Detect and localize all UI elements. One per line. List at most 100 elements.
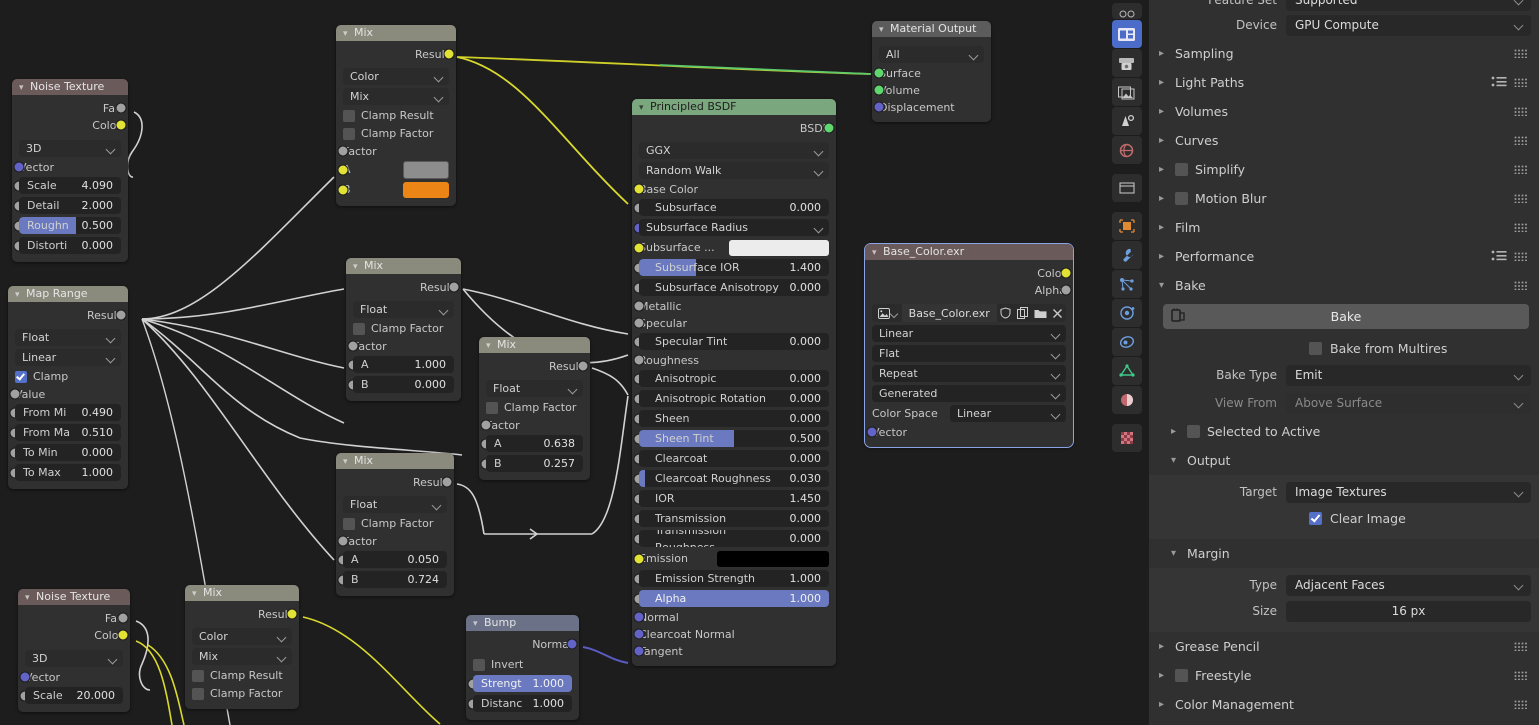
field-b[interactable]: B 0.000 [347,375,454,394]
socket-normal[interactable] [633,611,645,623]
freestyle-checkbox[interactable] [1175,669,1188,682]
collapse-caret-icon[interactable]: ▾ [343,454,354,470]
node-header[interactable]: ▾ Map Range [8,286,128,302]
socket-surface[interactable] [873,67,885,79]
socket-result[interactable] [441,476,453,488]
dropdown-data-type[interactable]: Color [192,627,292,646]
chevron-down-icon[interactable]: ▾ [1171,548,1187,559]
chevron-right-icon[interactable]: ▸ [1159,641,1175,652]
dropdown-data-type[interactable]: Float [486,379,583,398]
particles-tab[interactable] [1111,270,1142,298]
dropdown-source[interactable]: Generated [872,384,1066,403]
dropdown-subsurface-radius[interactable]: Subsurface Radius [633,218,829,237]
dropdown-dimension[interactable]: 3D [25,649,123,668]
row-color-space[interactable]: Color Space Linear [872,404,1066,423]
dropdown-projection[interactable]: Flat [872,344,1066,363]
field-transmission[interactable]: Transmission 0.000 [633,509,829,528]
dropdown-subsurface-method[interactable]: Random Walk [639,161,829,180]
checkbox-box[interactable] [473,658,485,671]
field-a[interactable]: A 0.050 [337,550,447,569]
checkbox-clamp-factor[interactable]: Clamp Factor [343,125,449,142]
checkbox-box[interactable] [192,669,204,682]
row-target[interactable]: Target Image Textures [1149,479,1539,505]
image-name-field[interactable]: Base_Color.exr [901,304,997,322]
section-selected-to-active[interactable]: ▸ Selected to Active [1149,417,1539,446]
grip-dots-icon[interactable] [1514,133,1529,148]
socket-factor[interactable] [337,535,349,547]
output-tab[interactable] [1111,49,1142,77]
dropdown-dimension[interactable]: 3D [19,139,121,158]
field-distortion[interactable]: Distorti 0.000 [13,236,121,255]
checkbox-box[interactable] [343,109,355,122]
swatch-b[interactable]: B [337,180,449,199]
field-subsurface[interactable]: Subsurface 0.000 [633,198,829,217]
device-dropdown[interactable]: GPU Compute [1286,14,1531,36]
chevron-right-icon[interactable]: ▸ [1159,193,1175,204]
socket-color[interactable] [115,119,127,131]
grip-dots-icon[interactable] [1514,104,1529,119]
field-distance[interactable]: Distanc 1.000 [467,694,572,713]
chevron-right-icon[interactable]: ▸ [1159,77,1175,88]
socket-normal[interactable] [566,638,578,650]
chevron-right-icon[interactable]: ▸ [1159,222,1175,233]
field-to-max[interactable]: To Max 1.000 [9,463,121,482]
checkbox-clamp-factor[interactable]: Clamp Factor [343,515,447,532]
node-header[interactable]: ▾ Base_Color.exr [865,244,1073,260]
checkbox-box[interactable] [343,517,355,530]
socket-factor[interactable] [480,419,492,431]
field-b[interactable]: B 0.724 [337,570,447,589]
socket-clearcoat-normal[interactable] [633,628,645,640]
row-clear-image[interactable]: Clear Image [1149,505,1539,531]
field-roughness[interactable]: Roughn 0.500 [13,216,121,235]
collapse-caret-icon[interactable]: ▾ [192,586,203,602]
row-bake-from-multires[interactable]: Bake from Multires [1149,335,1539,361]
dropdown-data-type[interactable]: Float [343,495,447,514]
swatch-emission[interactable]: Emission [633,549,829,568]
grip-dots-icon[interactable] [1514,162,1529,177]
field-a[interactable]: A 0.638 [480,434,583,453]
view-layer-tab[interactable] [1111,78,1142,106]
world-tab[interactable] [1111,136,1142,164]
section-motion-blur[interactable]: ▸ Motion Blur [1149,184,1539,213]
feature-set-dropdown[interactable]: Supported [1286,0,1531,11]
collapse-caret-icon[interactable]: ▾ [25,590,36,606]
socket-emission[interactable] [633,553,645,564]
texture-tab[interactable] [1111,424,1142,452]
socket-result[interactable] [443,48,455,60]
field-sheen[interactable]: Sheen 0.000 [633,409,829,428]
dropdown-interpolation[interactable]: Linear [15,348,121,367]
socket-factor[interactable] [347,340,359,352]
node-noise-texture-1[interactable]: ▾ Noise Texture Fac Color 3D Vector Scale… [12,79,128,262]
grip-dots-icon[interactable] [1514,668,1529,683]
color-swatch-b[interactable] [403,181,449,198]
field-scale[interactable]: Scale 20.000 [19,686,123,705]
node-header[interactable]: ▾ Mix [346,258,461,274]
node-mix-color-bottom[interactable]: ▾ Mix Result Color Mix Clamp Result Clamp… [185,585,299,709]
node-header[interactable]: ▾ Mix [336,25,456,41]
section-light-paths[interactable]: ▸ Light Paths [1149,68,1539,97]
checkbox-box[interactable] [192,687,204,700]
socket-subsurface-color[interactable] [633,242,645,253]
grip-dots-icon[interactable] [1514,46,1529,61]
node-header[interactable]: ▾ Bump [466,615,579,631]
field-emission-strength[interactable]: Emission Strength 1.000 [633,569,829,588]
field-strength[interactable]: Strengt 1.000 [467,674,572,693]
socket-vector[interactable] [19,671,31,683]
data-tab[interactable] [1111,357,1142,385]
socket-alpha[interactable] [1060,284,1072,296]
section-freestyle[interactable]: ▸ Freestyle [1149,661,1539,690]
row-feature-set[interactable]: Feature Set Supported [1149,0,1539,11]
modifier-tab[interactable] [1111,241,1142,269]
field-clearcoat-roughness[interactable]: Clearcoat Roughness 0.030 [633,469,829,488]
field-b[interactable]: B 0.257 [480,454,583,473]
color-swatch-a[interactable] [403,160,449,179]
render-tab[interactable] [1111,20,1142,48]
field-subsurface-anisotropy[interactable]: Subsurface Anisotropy 0.000 [633,278,829,297]
checkbox-clamp-result[interactable]: Clamp Result [343,107,449,124]
socket-result[interactable] [577,360,589,372]
socket-color[interactable] [1060,267,1072,279]
checkbox-clamp-factor[interactable]: Clamp Factor [192,685,292,702]
grip-dots-icon[interactable] [1514,191,1529,206]
selected-to-active-checkbox[interactable] [1187,425,1200,438]
bake-from-multires-checkbox[interactable] [1309,341,1322,355]
